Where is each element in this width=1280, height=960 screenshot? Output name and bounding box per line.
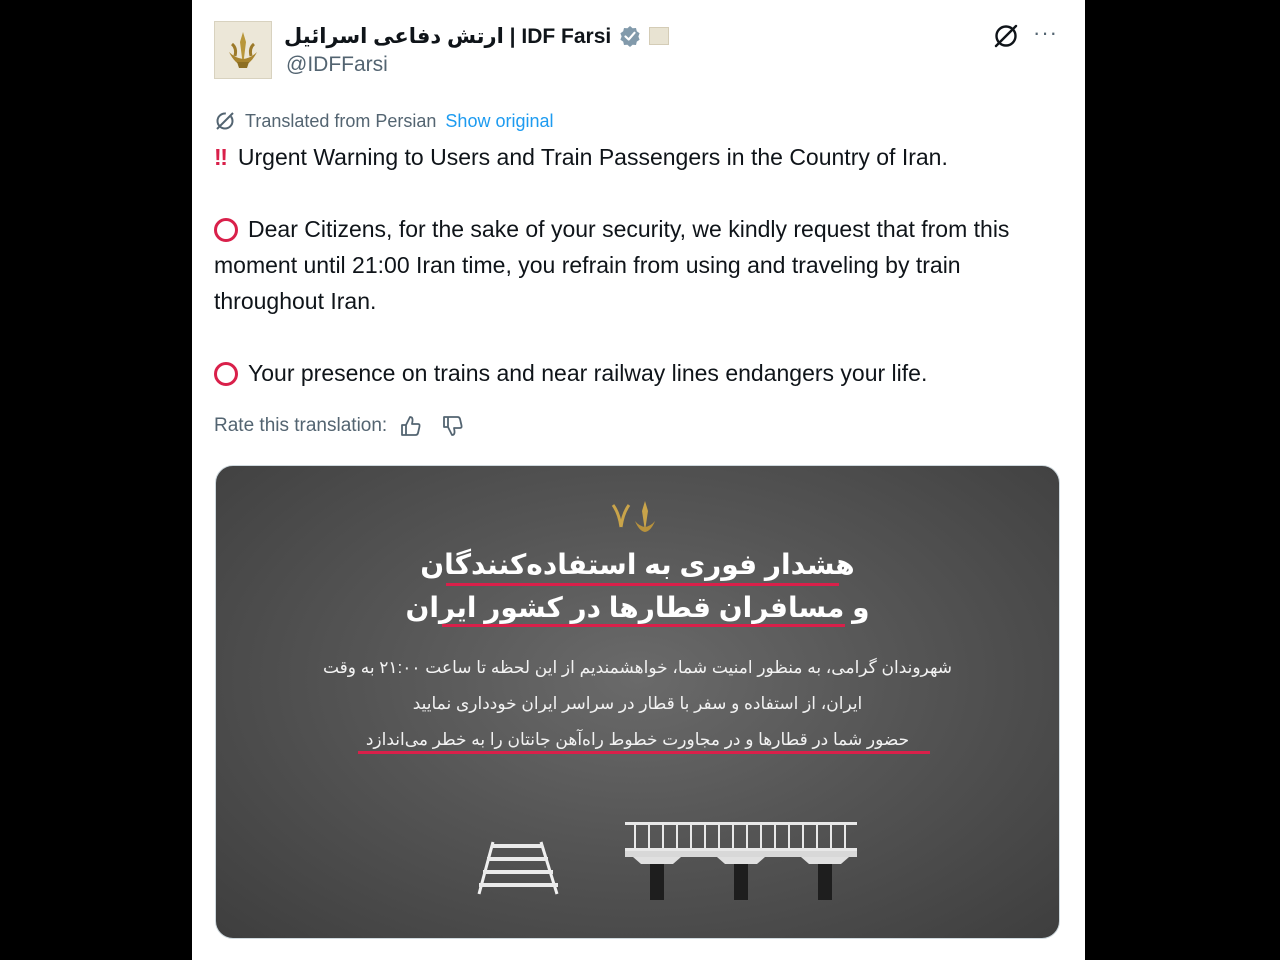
avatar[interactable] (214, 21, 272, 79)
display-name[interactable]: ارتش دفاعی اسرائیل | IDF Farsi (284, 24, 611, 49)
affiliate-badge-icon[interactable] (649, 27, 670, 45)
display-name-row[interactable]: ارتش دفاعی اسرائیل | IDF Farsi (284, 22, 670, 50)
media-title-line-1: هشدار فوری به استفاده‌کنندگان (420, 549, 855, 580)
post-paragraph-3: Your presence on trains and near railway… (214, 355, 1064, 391)
verified-badge-icon (620, 26, 640, 47)
show-original-link[interactable]: Show original (445, 111, 553, 132)
post-text-request: Dear Citizens, for the sake of your secu… (214, 216, 1010, 314)
title-underline (442, 624, 845, 627)
rate-translation-row: Rate this translation: (214, 414, 465, 438)
thumbs-down-icon[interactable] (441, 414, 465, 438)
post-line-1: ‼ Urgent Warning to Users and Train Passe… (214, 139, 1064, 175)
more-button[interactable]: ··· (1033, 20, 1058, 46)
rate-translation-label: Rate this translation: (214, 415, 388, 436)
tweet-card: ارتش دفاعی اسرائیل | IDF Farsi @IDFFarsi… (192, 0, 1085, 960)
double-exclamation-icon: ‼ (214, 144, 228, 170)
user-handle[interactable]: @IDFFarsi (286, 53, 388, 77)
post-paragraph-2: Dear Citizens, for the sake of your secu… (214, 211, 1064, 319)
post-text-warning: Urgent Warning to Users and Train Passen… (237, 144, 948, 170)
grok-icon[interactable] (992, 22, 1020, 50)
thumbs-up-icon[interactable] (399, 414, 423, 438)
post-media-image[interactable]: هشدار فوری به استفاده‌کنندگان و مسافران … (215, 465, 1060, 939)
translated-from-label: Translated from Persian (245, 110, 437, 131)
idf-emblem-icon (215, 22, 271, 78)
idf-emblem-icon (611, 501, 655, 532)
railway-track-icon (477, 841, 559, 895)
translate-icon (216, 112, 234, 130)
media-text-line-3: حضور شما در قطارها و در مجاورت خطوط راه‌… (365, 730, 910, 749)
red-circle-icon (214, 362, 238, 386)
media-title-line-2: و مسافران قطارها در کشور ایران (405, 592, 870, 623)
media-text-line-2: ایران، از استفاده و سفر با قطار در سراسر… (412, 694, 863, 713)
railway-bridge-icon (625, 822, 857, 900)
media-text-line-1: شهروندان گرامی، به منظور امنیت شما، خواه… (322, 658, 953, 677)
red-circle-icon (214, 218, 238, 242)
post-text-danger: Your presence on trains and near railway… (248, 360, 928, 386)
translation-notice: Translated from Persian Show original (214, 110, 553, 132)
text-underline (358, 751, 930, 754)
title-underline (446, 583, 839, 586)
